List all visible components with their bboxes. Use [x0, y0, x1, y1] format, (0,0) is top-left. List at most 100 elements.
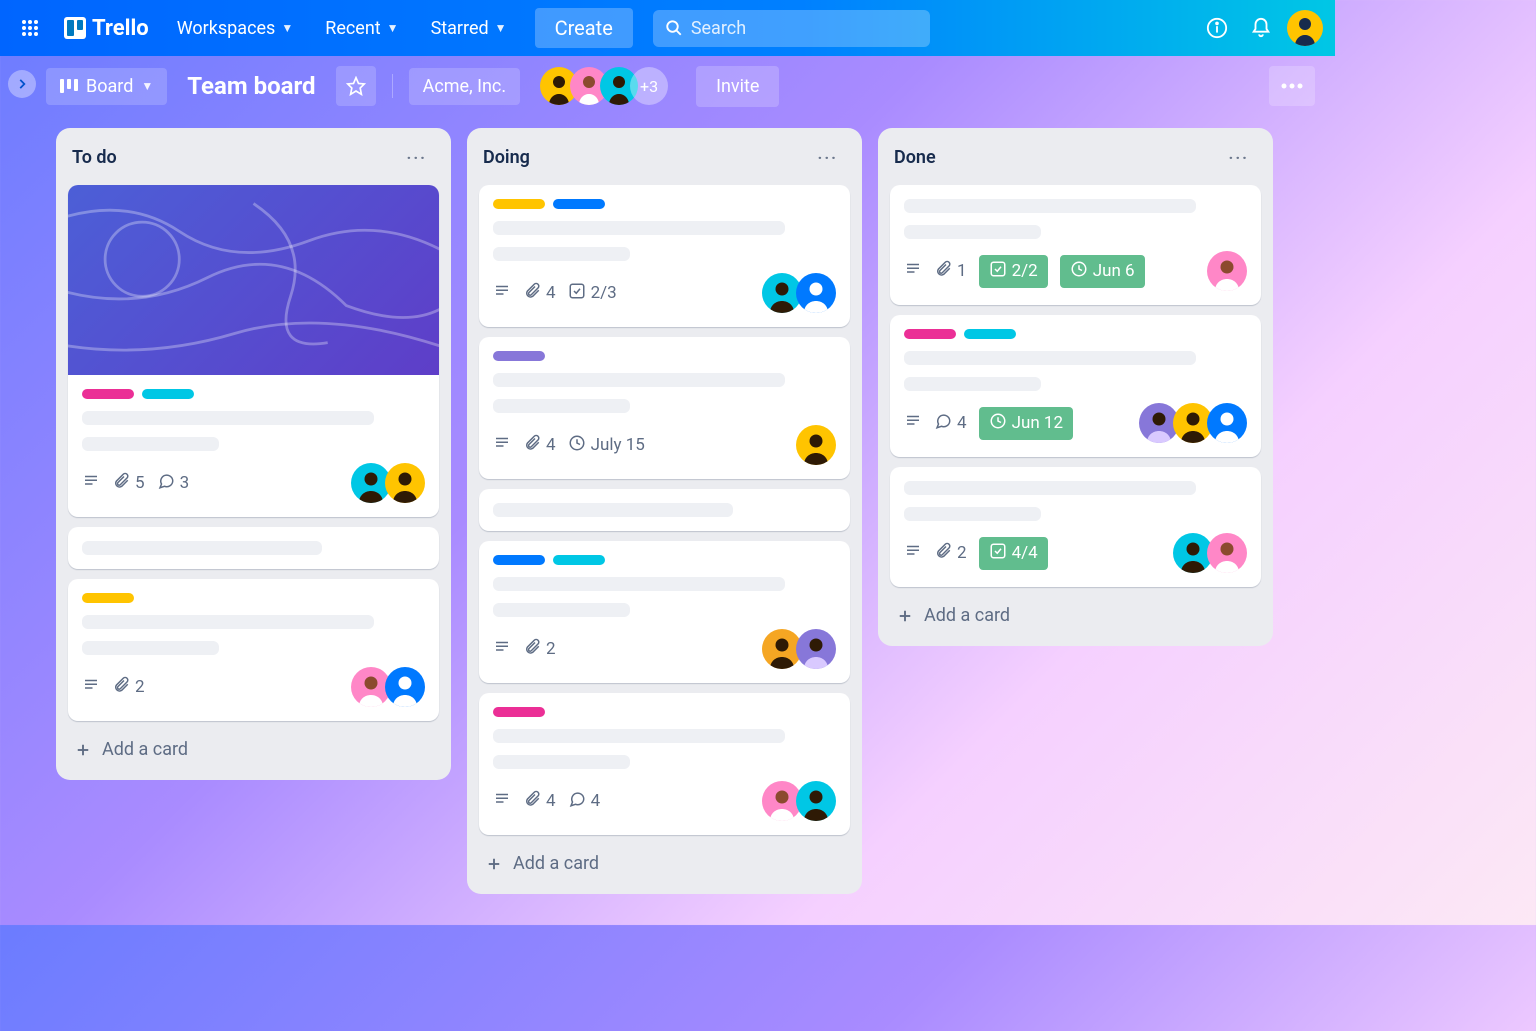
description-icon [82, 676, 100, 699]
label[interactable] [142, 389, 194, 399]
label[interactable] [493, 707, 545, 717]
apps-menu-button[interactable] [12, 10, 48, 46]
label[interactable] [493, 555, 545, 565]
description-badge [82, 676, 100, 699]
board-canvas[interactable]: To do ···532Add a card Doing ···42/34Jul… [0, 116, 1335, 906]
info-button[interactable] [1199, 10, 1235, 46]
board-menu-button[interactable] [1269, 66, 1315, 106]
card-footer: 53 [82, 463, 425, 503]
add-card-button[interactable]: Add a card [68, 731, 439, 768]
board-bar: Board ▼ Team board Acme, Inc. +3 Invite [0, 56, 1335, 116]
list-header: Done ··· [890, 140, 1261, 175]
list-title[interactable]: Done [894, 147, 936, 168]
member-avatar[interactable] [1207, 251, 1247, 291]
card[interactable]: 2 [68, 579, 439, 721]
attachment-icon [112, 472, 130, 495]
chevron-down-icon: ▼ [281, 21, 293, 35]
nav-recent[interactable]: Recent▼ [313, 10, 410, 47]
card-cover [68, 185, 439, 375]
add-card-button[interactable]: Add a card [479, 845, 850, 882]
card-members [1173, 533, 1247, 573]
expand-sidebar-button[interactable] [8, 70, 36, 98]
attachment-icon [523, 282, 541, 305]
card[interactable]: 53 [68, 185, 439, 517]
card-labels [904, 329, 1247, 339]
checklist-icon [989, 542, 1007, 565]
member-avatar[interactable] [385, 463, 425, 503]
trello-logo-icon [64, 17, 86, 39]
label[interactable] [553, 199, 605, 209]
user-avatar[interactable] [1287, 10, 1323, 46]
card[interactable]: 42/3 [479, 185, 850, 327]
badge-text: 4 [546, 283, 556, 303]
board-title[interactable]: Team board [177, 72, 325, 100]
trello-logo[interactable]: Trello [56, 16, 157, 41]
workspace-link[interactable]: Acme, Inc. [409, 68, 521, 105]
member-avatar[interactable] [796, 425, 836, 465]
nav-starred[interactable]: Starred▼ [419, 10, 519, 47]
member-avatar[interactable] [385, 667, 425, 707]
member-avatar[interactable] [1207, 533, 1247, 573]
badge-text: 2/2 [1012, 261, 1038, 281]
label[interactable] [964, 329, 1016, 339]
card-badges: 24/4 [904, 537, 1048, 570]
list-header: To do ··· [68, 140, 439, 175]
badge-text: 5 [135, 473, 145, 493]
invite-button[interactable]: Invite [696, 66, 779, 107]
clock-icon [989, 412, 1007, 435]
label[interactable] [904, 329, 956, 339]
label[interactable] [493, 351, 545, 361]
description-icon [493, 638, 511, 661]
card-body: 44 [479, 693, 850, 835]
search-bar[interactable] [653, 10, 930, 47]
badge-text: 2 [957, 543, 967, 563]
add-card-button[interactable]: Add a card [890, 597, 1261, 634]
card[interactable]: 2 [479, 541, 850, 683]
placeholder-text [904, 481, 1196, 495]
badge-text: 4 [591, 791, 601, 811]
card[interactable] [479, 489, 850, 531]
attachment-badge: 1 [934, 260, 967, 283]
list-menu-button[interactable]: ··· [1225, 144, 1253, 171]
card-badges: 2 [82, 676, 145, 699]
member-avatar[interactable] [796, 781, 836, 821]
star-board-button[interactable] [336, 66, 376, 106]
description-badge [493, 434, 511, 457]
board-icon [60, 77, 78, 95]
list-title[interactable]: Doing [483, 147, 530, 168]
label[interactable] [553, 555, 605, 565]
card-badges: 4July 15 [493, 434, 645, 457]
list-title[interactable]: To do [72, 147, 117, 168]
add-card-label: Add a card [513, 853, 599, 874]
attachment-icon [523, 434, 541, 457]
card[interactable]: 1 2/2 Jun 6 [890, 185, 1261, 305]
create-button[interactable]: Create [535, 8, 633, 48]
board-members: +3 [540, 67, 668, 105]
badge-text: 3 [180, 473, 190, 493]
due-date-complete-badge: Jun 6 [1060, 255, 1145, 288]
card[interactable]: 44 [479, 693, 850, 835]
card[interactable]: 4July 15 [479, 337, 850, 479]
attachment-icon [934, 260, 952, 283]
member-avatar[interactable] [796, 629, 836, 669]
board-view-switcher[interactable]: Board ▼ [46, 68, 167, 105]
notifications-button[interactable] [1243, 10, 1279, 46]
attachment-badge: 4 [523, 790, 556, 813]
nav-workspaces[interactable]: Workspaces▼ [165, 10, 306, 47]
card-body [68, 527, 439, 569]
card[interactable] [68, 527, 439, 569]
search-input[interactable] [691, 18, 918, 39]
label[interactable] [493, 199, 545, 209]
member-avatar[interactable] [796, 273, 836, 313]
grid-icon [21, 19, 39, 37]
card[interactable]: 24/4 [890, 467, 1261, 587]
card-members [351, 463, 425, 503]
attachment-badge: 4 [523, 434, 556, 457]
member-avatar[interactable] [1207, 403, 1247, 443]
more-members-button[interactable]: +3 [630, 67, 668, 105]
list-menu-button[interactable]: ··· [403, 144, 431, 171]
label[interactable] [82, 389, 134, 399]
card[interactable]: 4Jun 12 [890, 315, 1261, 457]
label[interactable] [82, 593, 134, 603]
list-menu-button[interactable]: ··· [814, 144, 842, 171]
